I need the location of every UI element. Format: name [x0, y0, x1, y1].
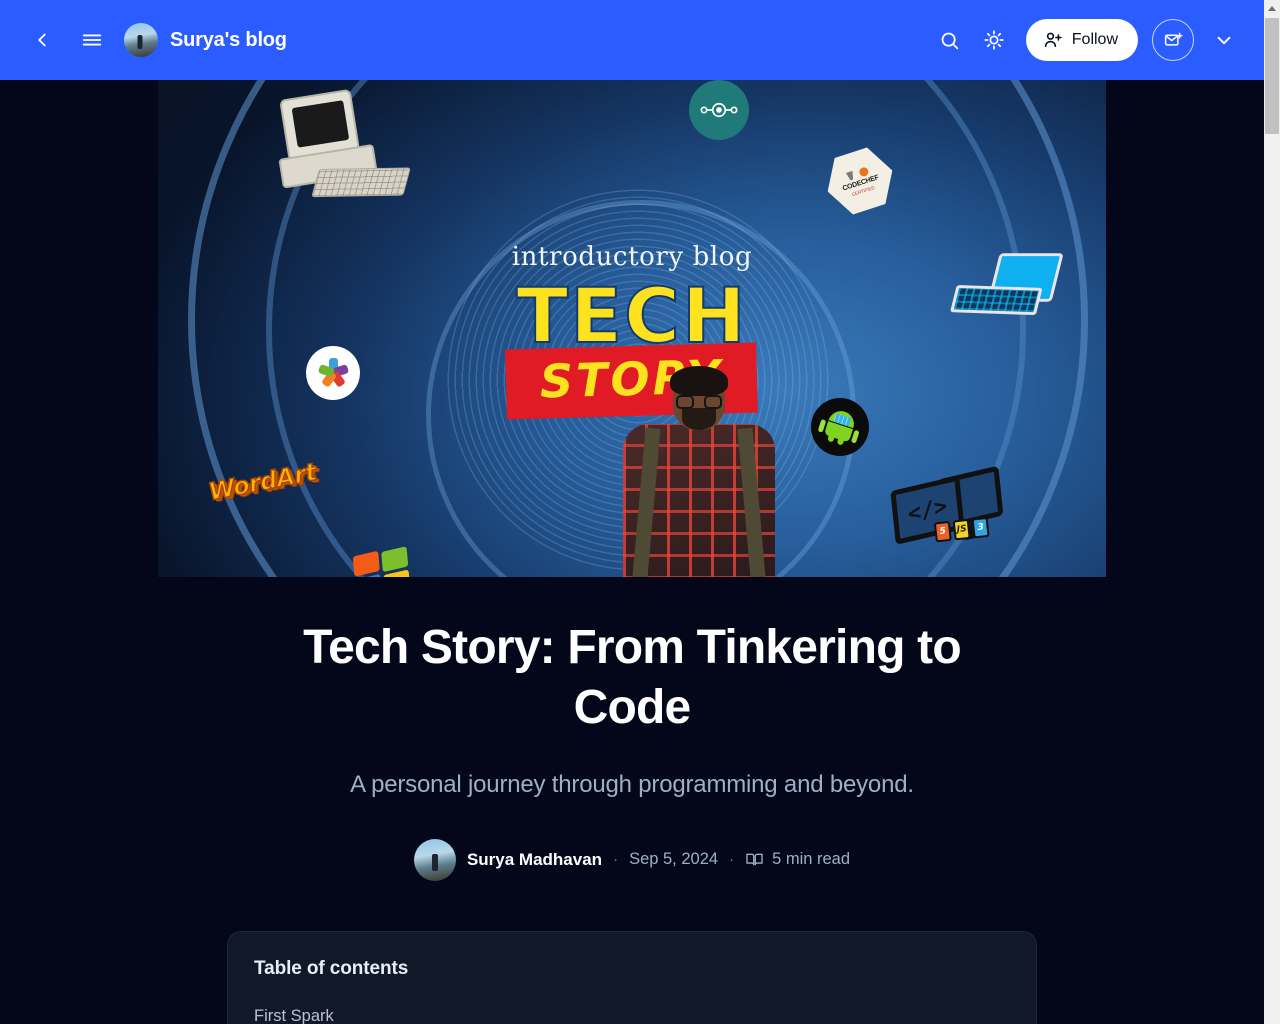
table-of-contents-heading: Table of contents: [254, 957, 409, 979]
site-header: Surya's blog Follow: [0, 0, 1264, 80]
theme-toggle-button[interactable]: [974, 20, 1014, 60]
back-button[interactable]: [22, 20, 62, 60]
brand-title: Surya's blog: [170, 28, 287, 51]
hamburger-menu-icon: [82, 34, 102, 46]
laptop-keyboard: [950, 284, 1043, 316]
android-leg-left: [827, 434, 835, 443]
web-tech-badges: 5 JS 3: [933, 516, 990, 543]
pinwheel-logo-icon: [306, 346, 360, 400]
scroll-thumb[interactable]: [1265, 18, 1279, 134]
subscribe-button[interactable]: [1152, 19, 1194, 61]
brand-link[interactable]: Surya's blog: [124, 23, 287, 57]
page-scroll-area: Surya's blog Follow CODECHEF CERTIFIED W…: [0, 0, 1264, 1024]
post-subtitle: A personal journey through programming a…: [350, 770, 914, 798]
byline: Surya Madhavan · Sep 5, 2024 · 5 min rea…: [0, 838, 1264, 881]
windows-pane-green: [381, 546, 409, 573]
header-actions: Follow: [930, 19, 1244, 61]
scroll-up-arrow-icon[interactable]: [1264, 0, 1280, 17]
chevron-left-icon: [38, 33, 46, 47]
lineageos-logo-icon: [689, 80, 749, 140]
browser-viewport: Surya's blog Follow CODECHEF CERTIFIED W…: [0, 0, 1280, 1024]
person-hair: [670, 366, 728, 396]
js-badge: JS: [952, 518, 971, 541]
search-icon: [941, 32, 959, 49]
chevron-down-icon: [1217, 36, 1231, 45]
search-button[interactable]: [930, 20, 970, 60]
page-title: Tech Story: From Tinkering to Code: [303, 621, 962, 735]
byline-separator-1: ·: [613, 851, 619, 869]
follow-button-label: Follow: [1071, 31, 1118, 48]
sun-icon: [984, 30, 1004, 50]
book-open-icon: [746, 854, 763, 866]
follow-button[interactable]: Follow: [1025, 19, 1138, 61]
crt-computer-icon: [257, 82, 412, 222]
crt-keyboard: [311, 167, 411, 198]
html-badge: 5: [933, 520, 952, 543]
post-cover-image: CODECHEF CERTIFIED WordArt </> 5 JS 3 in…: [158, 80, 1106, 577]
table-of-contents-card: Table of contents First Spark: [227, 930, 1037, 1024]
toc-item-first-spark[interactable]: First Spark: [254, 1007, 1010, 1024]
read-time: 5 min read: [745, 850, 850, 869]
person-beard: [682, 408, 716, 430]
author-name[interactable]: Surya Madhavan: [467, 850, 602, 870]
css-badge: 3: [971, 516, 990, 539]
pinwheel-blades: [316, 356, 350, 390]
android-robot-glyph: [817, 407, 861, 448]
publish-date: Sep 5, 2024: [629, 850, 719, 869]
envelope-plus-icon: [1164, 32, 1183, 46]
android-leg-right: [836, 438, 845, 446]
header-dropdown-button[interactable]: [1204, 20, 1244, 60]
windows-pane-red: [352, 550, 380, 577]
avatar[interactable]: [413, 838, 456, 881]
vertical-scrollbar[interactable]: [1264, 0, 1280, 1024]
android-arm-right: [850, 429, 860, 444]
code-monitor-icon: </> 5 JS 3: [889, 465, 1007, 558]
brand-avatar: [124, 23, 158, 57]
android-robot-icon: [811, 398, 869, 456]
hamburger-menu-button[interactable]: [72, 20, 112, 60]
lineageos-glyph: [700, 102, 738, 118]
byline-separator-2: ·: [729, 851, 735, 869]
read-time-label: 5 min read: [772, 850, 851, 869]
crt-screen: [291, 100, 350, 148]
person-add-icon: [1044, 32, 1062, 48]
person-glasses: [675, 395, 723, 409]
article-body: Tech Story: From Tinkering to Code A per…: [0, 577, 1264, 1024]
person-photo: [619, 362, 779, 577]
